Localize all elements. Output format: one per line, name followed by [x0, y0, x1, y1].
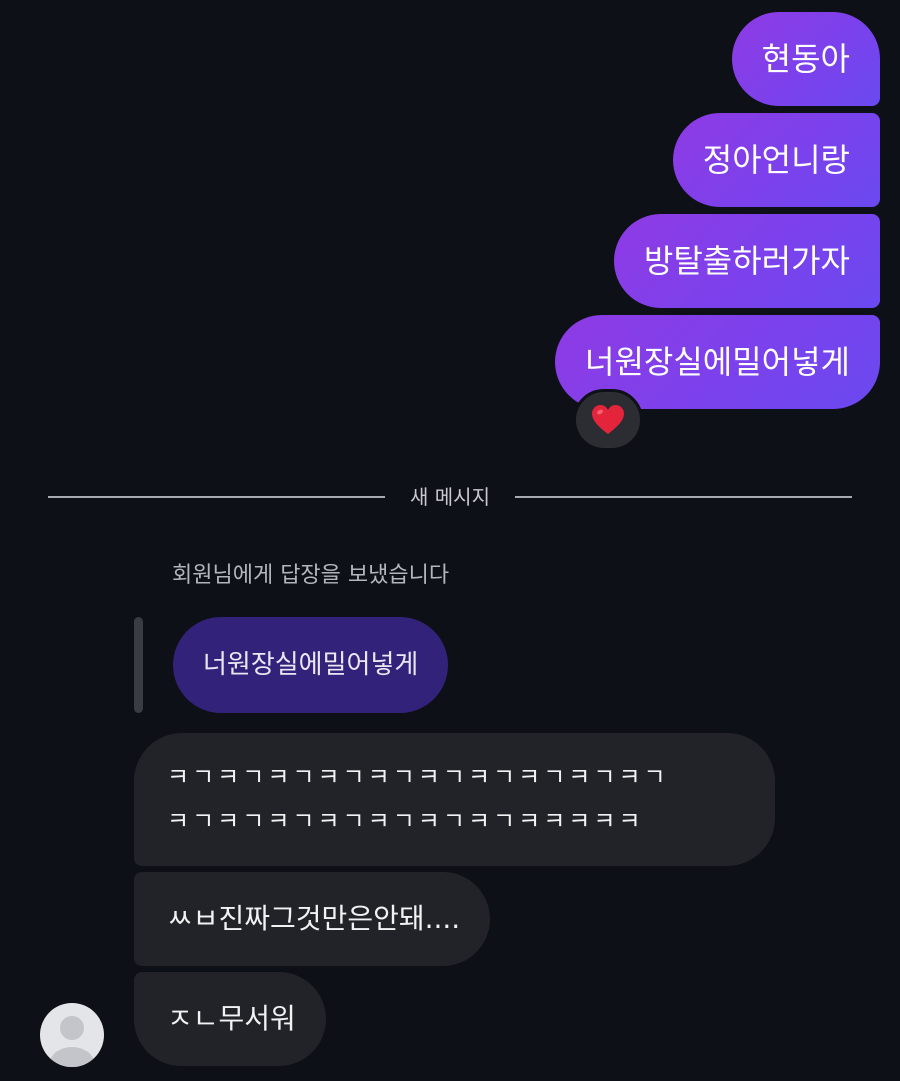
divider-line-left	[48, 496, 385, 498]
sent-message-bubble[interactable]: 현동아	[731, 12, 880, 106]
divider-line-right	[515, 496, 852, 498]
message-line: ㅋㄱㅋㄱㅋㄱㅋㄱㅋㄱㅋㄱㅋㄱㅋㅋㅋㅋㅋ	[167, 807, 644, 835]
red-heart-icon	[592, 405, 624, 434]
sent-message-bubble[interactable]: 정아언니랑	[672, 113, 880, 207]
received-message-bubble[interactable]: ㅋㄱㅋㄱㅋㄱㅋㄱㅋㄱㅋㄱㅋㄱㅋㄱㅋㄱㅋㄱ ㅋㄱㅋㄱㅋㄱㅋㄱㅋㄱㅋㄱㅋㄱㅋㅋㅋㅋㅋ	[134, 733, 775, 866]
received-message-bubble[interactable]: ㅈㄴ무서워	[134, 972, 326, 1066]
reply-context-note: 회원님에게 답장을 보냈습니다	[172, 563, 450, 588]
new-messages-divider-label: 새 메시지	[410, 485, 490, 509]
message-reaction[interactable]	[573, 389, 643, 451]
received-message-bubble[interactable]: ㅆㅂ진짜그것만은안돼....	[134, 872, 491, 966]
sent-message-bubble[interactable]: 방탈출하러가자	[613, 214, 880, 308]
quoted-message-bubble[interactable]: 너원장실에밀어넣게	[173, 617, 449, 713]
reply-quote-bar	[134, 617, 143, 713]
default-avatar-icon[interactable]	[40, 1003, 104, 1067]
message-line: ㅋㄱㅋㄱㅋㄱㅋㄱㅋㄱㅋㄱㅋㄱㅋㄱㅋㄱㅋㄱ	[167, 763, 669, 791]
